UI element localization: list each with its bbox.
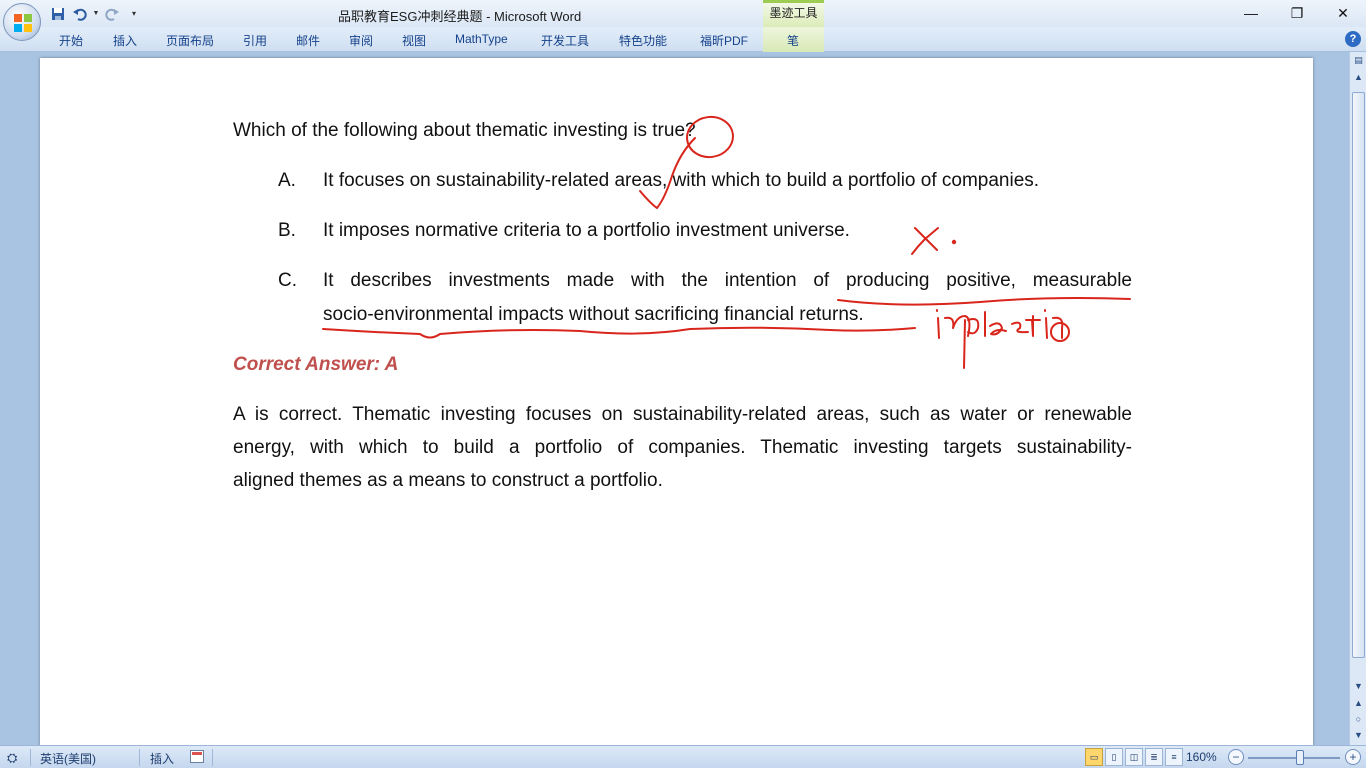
ink-cross-mark bbox=[911, 227, 939, 255]
option-a-text: It focuses on sustainability-related are… bbox=[323, 170, 1040, 191]
ink-underline-c2 bbox=[322, 326, 916, 339]
option-c-text-line2: socio-environmental impacts without sacr… bbox=[323, 304, 864, 325]
option-a-label: A. bbox=[278, 170, 296, 191]
scroll-up-icon[interactable]: ▲ bbox=[1351, 69, 1366, 84]
title-bar: ▼ ▾ 品职教育ESG冲刺经典题 - Microsoft Word 墨迹工具 —… bbox=[0, 0, 1366, 27]
tab-references[interactable]: 引用 bbox=[243, 32, 267, 49]
view-buttons: ▭ ▯ ◫ ≣ ≡ bbox=[1085, 748, 1183, 766]
status-bar: ⛭ 英语(美国) 插入 ▭ ▯ ◫ ≣ ≡ 160% − + bbox=[0, 745, 1366, 768]
ink-handwriting-circle bbox=[1050, 322, 1070, 342]
window-controls: — ❐ ✕ bbox=[1228, 0, 1366, 26]
zoom-slider-thumb[interactable] bbox=[1296, 750, 1304, 765]
ink-dot bbox=[951, 239, 957, 245]
window-title: 品职教育ESG冲刺经典题 - Microsoft Word bbox=[338, 9, 582, 24]
ink-handwriting-impact-inv bbox=[936, 309, 1064, 369]
document-workspace: Which of the following about thematic in… bbox=[0, 52, 1349, 745]
outline-view-icon[interactable]: ≣ bbox=[1145, 748, 1163, 766]
ink-underline-c1 bbox=[837, 297, 1131, 306]
zoom-slider-track[interactable] bbox=[1248, 757, 1340, 759]
customize-dropdown-icon[interactable]: ▾ bbox=[124, 4, 144, 23]
option-c-text-line1: It describes investments made with the i… bbox=[323, 270, 1132, 291]
tab-special-features[interactable]: 特色功能 bbox=[619, 32, 667, 49]
language-indicator[interactable]: 英语(美国) bbox=[40, 750, 96, 767]
office-button[interactable] bbox=[3, 3, 41, 41]
status-separator bbox=[139, 749, 140, 766]
option-c-label: C. bbox=[278, 270, 297, 291]
tab-review[interactable]: 审阅 bbox=[349, 32, 373, 49]
tab-insert[interactable]: 插入 bbox=[113, 32, 137, 49]
status-separator bbox=[30, 749, 31, 766]
explanation-line-2: energy, with which to build a portfolio … bbox=[233, 437, 1132, 458]
print-layout-view-icon[interactable]: ▭ bbox=[1085, 748, 1103, 766]
next-page-icon[interactable]: ▼ bbox=[1351, 727, 1366, 742]
tab-pen[interactable]: 笔 bbox=[787, 32, 799, 49]
ink-annotations bbox=[322, 115, 1131, 369]
tab-foxit-pdf[interactable]: 福昕PDF bbox=[700, 32, 748, 49]
explanation-line-3: aligned themes as a means to construct a… bbox=[233, 470, 663, 491]
office-logo-icon bbox=[14, 14, 32, 32]
close-icon[interactable]: ✕ bbox=[1320, 0, 1366, 26]
vertical-scrollbar[interactable]: ▤ ▲ ▼ ▲ ○ ▼ bbox=[1349, 52, 1366, 745]
explanation-line-1: A is correct. Thematic investing focuses… bbox=[233, 404, 1132, 425]
ribbon-tab-bar: 开始 插入 页面布局 引用 邮件 审阅 视图 MathType 开发工具 特色功… bbox=[0, 27, 1366, 52]
status-separator bbox=[212, 749, 213, 766]
save-icon[interactable] bbox=[48, 4, 68, 23]
zoom-level[interactable]: 160% bbox=[1186, 750, 1217, 764]
quick-access-toolbar: ▼ ▾ bbox=[48, 4, 144, 23]
full-screen-reading-view-icon[interactable]: ▯ bbox=[1105, 748, 1123, 766]
tab-mathtype[interactable]: MathType bbox=[455, 32, 508, 46]
spelling-check-icon[interactable]: ⛭ bbox=[7, 750, 17, 766]
tab-developer[interactable]: 开发工具 bbox=[541, 32, 589, 49]
document-body: Which of the following about thematic in… bbox=[40, 58, 1313, 745]
restore-icon[interactable]: ❐ bbox=[1274, 0, 1320, 26]
option-b-text: It imposes normative criteria to a portf… bbox=[323, 220, 850, 241]
undo-icon[interactable] bbox=[70, 4, 90, 23]
web-layout-view-icon[interactable]: ◫ bbox=[1125, 748, 1143, 766]
scroll-down-icon[interactable]: ▼ bbox=[1351, 678, 1366, 693]
correct-answer-label: Correct Answer: A bbox=[233, 354, 399, 375]
redo-icon[interactable] bbox=[102, 4, 122, 23]
macro-recording-icon[interactable] bbox=[190, 750, 204, 766]
scrollbar-thumb[interactable] bbox=[1352, 92, 1365, 658]
contextual-tab-ink-tools: 墨迹工具 bbox=[763, 0, 824, 27]
draft-view-icon[interactable]: ≡ bbox=[1165, 748, 1183, 766]
tab-mailings[interactable]: 邮件 bbox=[296, 32, 320, 49]
tab-view[interactable]: 视图 bbox=[402, 32, 426, 49]
insert-mode-indicator[interactable]: 插入 bbox=[150, 750, 174, 767]
ruler-toggle-icon[interactable]: ▤ bbox=[1351, 53, 1366, 68]
help-icon[interactable]: ? bbox=[1345, 31, 1361, 47]
previous-page-icon[interactable]: ▲ bbox=[1351, 695, 1366, 710]
tab-home[interactable]: 开始 bbox=[59, 32, 83, 49]
undo-dropdown-icon[interactable]: ▼ bbox=[92, 4, 100, 23]
question-text: Which of the following about thematic in… bbox=[233, 120, 696, 141]
zoom-out-icon[interactable]: − bbox=[1228, 749, 1244, 765]
option-b-label: B. bbox=[278, 220, 296, 241]
tab-page-layout[interactable]: 页面布局 bbox=[166, 32, 214, 49]
select-browse-object-icon[interactable]: ○ bbox=[1351, 711, 1366, 726]
zoom-in-icon[interactable]: + bbox=[1345, 749, 1361, 765]
minimize-icon[interactable]: — bbox=[1228, 0, 1274, 26]
contextual-tab-label: 墨迹工具 bbox=[769, 6, 818, 20]
document-page[interactable]: Which of the following about thematic in… bbox=[40, 58, 1313, 745]
